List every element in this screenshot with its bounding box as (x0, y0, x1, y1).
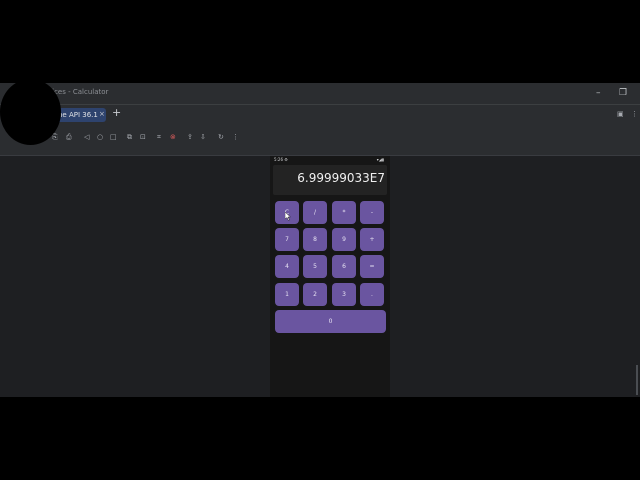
record-screen-icon[interactable]: ⊗ (170, 133, 176, 141)
more-icon[interactable]: ⋮ (232, 133, 239, 141)
menu-more-icon[interactable]: ⋮ (631, 110, 638, 118)
record-icon[interactable]: ⎙ (66, 133, 72, 141)
key-2[interactable]: 2 (303, 283, 327, 306)
overview-icon[interactable]: □ (110, 133, 117, 141)
mouse-cursor-icon (285, 212, 291, 221)
tab-close-icon[interactable]: × (99, 110, 105, 118)
key-9[interactable]: 9 (332, 228, 356, 251)
key-plus[interactable]: + (360, 228, 384, 251)
add-tab-button[interactable]: + (112, 107, 121, 119)
calculator-display: 6.99999033E7 (273, 165, 387, 195)
status-time: 5:26 ⚙ (274, 157, 288, 162)
title-bar: vices - Calculator – ❐ (0, 83, 640, 105)
rotate-icon[interactable]: ↻ (218, 133, 224, 141)
upload-icon[interactable]: ⇪ (187, 133, 193, 141)
key-8[interactable]: 8 (303, 228, 327, 251)
key-divide[interactable]: / (303, 201, 327, 224)
key-minus[interactable]: - (360, 201, 384, 224)
home-icon[interactable]: ○ (97, 133, 103, 141)
key-4[interactable]: 4 (275, 255, 299, 278)
key-0[interactable]: 0 (275, 310, 386, 333)
key-7[interactable]: 7 (275, 228, 299, 251)
key-decimal[interactable]: . (360, 283, 384, 306)
key-1[interactable]: 1 (275, 283, 299, 306)
snapshot-icon[interactable]: ⧉ (127, 133, 132, 141)
status-icons: ▾◢▮ (376, 157, 384, 162)
key-6[interactable]: 6 (332, 255, 356, 278)
tab-bar: ne API 36.1 × (0, 105, 640, 125)
key-multiply[interactable]: * (332, 201, 356, 224)
back-icon[interactable]: ◁ (84, 133, 89, 141)
key-5[interactable]: 5 (303, 255, 327, 278)
maximize-button[interactable]: ❐ (619, 86, 627, 100)
emulator-toolbar: ⎘ ⎙ ◁ ○ □ ⧉ ⊡ ⌗ ⊗ ⇪ ⇩ ↻ ⋮ (0, 125, 640, 156)
device-screen: 5:26 ⚙ ▾◢▮ 6.99999033E7 C / * - 7 8 9 + … (270, 156, 390, 397)
key-3[interactable]: 3 (332, 283, 356, 306)
status-bar: 5:26 ⚙ ▾◢▮ (270, 156, 390, 164)
camera-icon[interactable]: ⊡ (140, 133, 146, 141)
download-icon[interactable]: ⇩ (200, 133, 206, 141)
minimize-button[interactable]: – (596, 86, 601, 100)
tab-label: ne API 36.1 (58, 111, 98, 119)
overlay-blob (0, 79, 61, 145)
display-value: 6.99999033E7 (297, 171, 385, 185)
key-equals[interactable]: = (360, 255, 384, 278)
layout-inspect-icon[interactable]: ⌗ (157, 133, 161, 141)
scrollbar[interactable] (636, 365, 638, 395)
layout-toggle-icon[interactable]: ▣ (617, 110, 624, 118)
